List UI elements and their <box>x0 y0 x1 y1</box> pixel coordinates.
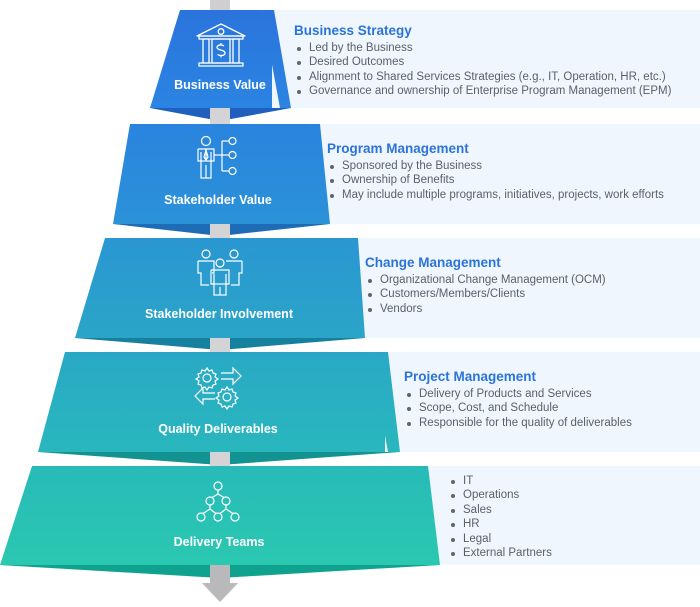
list-item: Governance and ownership of Enterprise P… <box>294 84 700 98</box>
list-item: HR <box>448 517 700 531</box>
bullet-list: Organizational Change Management (OCM) C… <box>365 273 700 316</box>
bullet-list: IT Operations Sales HR Legal External Pa… <box>448 474 700 560</box>
list-item: Legal <box>448 532 700 546</box>
list-item: Sponsored by the Business <box>327 159 700 173</box>
panel-heading: Project Management <box>404 369 537 384</box>
panel-delivery-teams: IT Operations Sales HR Legal External Pa… <box>425 466 700 565</box>
panel-business-strategy: Business Strategy Led by the Business De… <box>272 10 700 108</box>
spine-segment <box>210 108 230 124</box>
list-item: Operations <box>448 488 700 502</box>
hierarchy-network-icon <box>196 481 240 522</box>
list-item: Customers/Members/Clients <box>365 287 700 301</box>
layer-1-label: Business Value <box>174 78 266 92</box>
bank-dollar-icon <box>196 23 246 67</box>
spine-segment <box>210 224 230 238</box>
panel-change-management: Change Management Organizational Change … <box>356 238 700 338</box>
list-item: Responsible for the quality of deliverab… <box>404 416 700 430</box>
spine-segment <box>210 338 230 352</box>
group-people-icon <box>197 249 243 296</box>
panel-project-management: Project Management Delivery of Products … <box>385 352 700 452</box>
list-item: Sales <box>448 503 700 517</box>
list-item: Organizational Change Management (OCM) <box>365 273 700 287</box>
panel-heading: Change Management <box>365 255 501 270</box>
layer-2-label: Stakeholder Value <box>164 193 272 207</box>
bullet-list: Led by the Business Desired Outcomes Ali… <box>294 41 700 99</box>
list-item: IT <box>448 474 700 488</box>
list-item: Desired Outcomes <box>294 55 700 69</box>
bullet-list: Sponsored by the Business Ownership of B… <box>327 159 700 202</box>
spine-segment <box>210 452 230 466</box>
panel-heading: Business Strategy <box>294 23 412 38</box>
layer-4-label: Quality Deliverables <box>158 422 278 436</box>
spine-segment <box>210 565 230 583</box>
bullet-list: Delivery of Products and Services Scope,… <box>404 387 700 430</box>
list-item: May include multiple programs, initiativ… <box>327 188 700 202</box>
list-item: Scope, Cost, and Schedule <box>404 401 700 415</box>
panel-program-management: Program Management Sponsored by the Busi… <box>318 124 700 224</box>
list-item: Delivery of Products and Services <box>404 387 700 401</box>
person-connections-icon <box>197 135 237 179</box>
list-item: Vendors <box>365 302 700 316</box>
list-item: Ownership of Benefits <box>327 173 700 187</box>
layer-3-label: Stakeholder Involvement <box>145 307 293 321</box>
list-item: Alignment to Shared Services Strategies … <box>294 70 700 84</box>
list-item: Led by the Business <box>294 41 700 55</box>
layer-5-label: Delivery Teams <box>173 535 265 549</box>
panel-heading: Program Management <box>327 141 469 156</box>
list-item: External Partners <box>448 546 700 560</box>
gears-arrows-icon <box>194 366 242 411</box>
